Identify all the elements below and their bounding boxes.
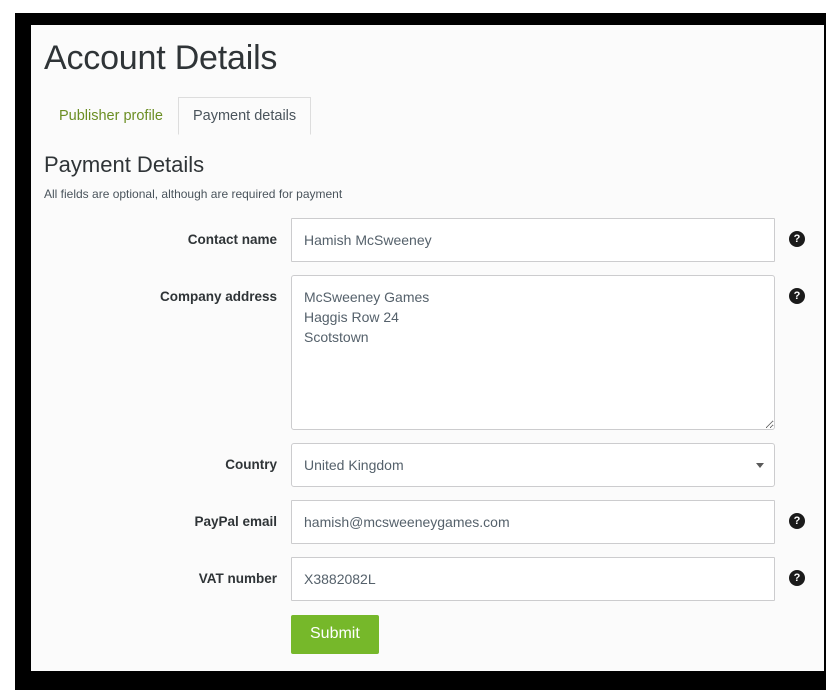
form-row-country: Country United Kingdom [43, 443, 824, 487]
tab-payment-details[interactable]: Payment details [177, 97, 312, 135]
help-circle-icon-contact-name[interactable]: ? [789, 231, 805, 247]
tab-payment-details-label: Payment details [192, 108, 297, 124]
label-country: Country [225, 457, 277, 472]
form-row-vat-number: VAT number ? [43, 557, 824, 601]
submit-spacer [43, 615, 291, 654]
page-title: Account Details [44, 39, 278, 77]
control-vat-number [291, 557, 775, 601]
page-container: Account Details Publisher profile Paymen… [31, 25, 824, 671]
control-country: United Kingdom [291, 443, 775, 487]
help-placeholder-country [789, 456, 805, 472]
paypal-email-input[interactable] [291, 500, 775, 544]
label-contact-name: Contact name [187, 232, 277, 247]
form-row-paypal-email: PayPal email ? [43, 500, 824, 544]
control-company-address: McSweeney Games Haggis Row 24 Scotstown [291, 275, 775, 430]
screenshot-frame: Account Details Publisher profile Paymen… [15, 13, 826, 690]
label-vat-number: VAT number [198, 571, 277, 586]
help-circle-icon-vat-number[interactable]: ? [789, 570, 805, 586]
control-paypal-email [291, 500, 775, 544]
contact-name-input[interactable] [291, 218, 775, 262]
country-select[interactable]: United Kingdom [291, 443, 775, 487]
form-row-contact-name: Contact name ? [43, 218, 824, 262]
company-address-textarea[interactable]: McSweeney Games Haggis Row 24 Scotstown [291, 275, 775, 430]
tab-publisher-profile-label: Publisher profile [59, 108, 163, 124]
section-heading: Payment Details [44, 152, 205, 177]
control-contact-name [291, 218, 775, 262]
payment-details-form: Contact name ? Company address McSweeney… [43, 218, 824, 654]
vat-number-input[interactable] [291, 557, 775, 601]
tab-publisher-profile[interactable]: Publisher profile [44, 97, 178, 135]
label-company-address: Company address [159, 289, 277, 304]
tab-bar: Publisher profile Payment details [43, 97, 824, 135]
section-subtitle: All fields are optional, although are re… [44, 187, 343, 201]
label-paypal-email: PayPal email [194, 514, 277, 529]
form-row-submit: Submit [43, 615, 824, 654]
help-circle-icon-paypal-email[interactable]: ? [789, 513, 805, 529]
form-row-company-address: Company address McSweeney Games Haggis R… [43, 275, 824, 430]
submit-button[interactable]: Submit [291, 615, 379, 654]
help-circle-icon-company-address[interactable]: ? [789, 288, 805, 304]
